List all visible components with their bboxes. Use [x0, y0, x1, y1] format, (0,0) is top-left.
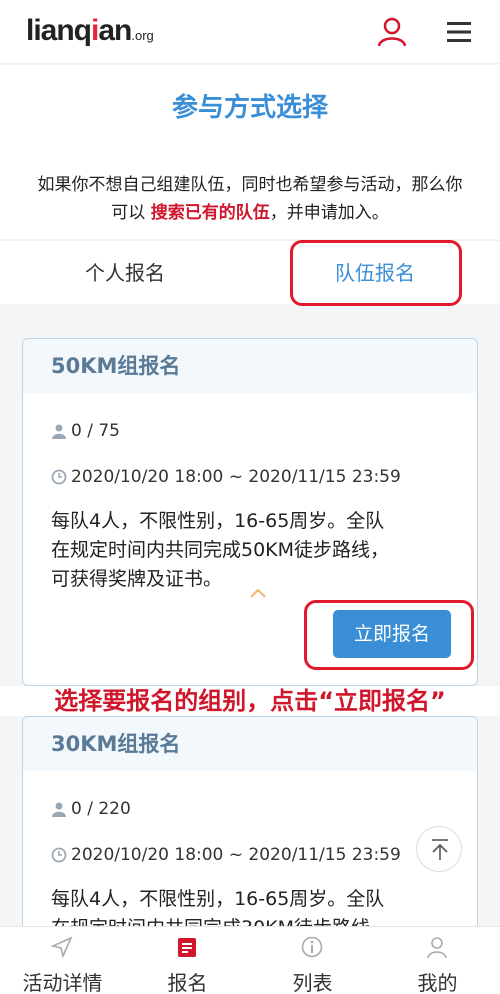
logo-text-post: an	[98, 14, 132, 47]
back-to-top-button[interactable]	[416, 826, 462, 872]
event-time: 2020/10/20 18:00 ~ 2020/11/15 23:59	[51, 467, 401, 487]
clock-icon	[51, 469, 67, 485]
participant-count-text: 0 / 75	[71, 421, 120, 441]
tab-team-registration[interactable]: 队伍报名	[250, 241, 500, 305]
registration-tabs: 个人报名 队伍报名	[0, 240, 500, 304]
card-title: 30KM组报名	[23, 717, 477, 771]
nav-label: 报名	[167, 971, 208, 994]
clock-icon	[51, 847, 67, 863]
nav-label: 我的	[417, 971, 458, 994]
participant-count-text: 0 / 220	[71, 799, 131, 819]
card-title: 50KM组报名	[23, 339, 477, 393]
description-line: 每队4人，不限性别，16-65周岁。全队	[51, 888, 385, 910]
event-time: 2020/10/20 18:00 ~ 2020/11/15 23:59	[51, 845, 401, 865]
participant-count: 0 / 220	[51, 799, 131, 819]
participant-count: 0 / 75	[51, 421, 120, 441]
card-description: 每队4人，不限性别，16-65周岁。全队 在规定时间内共同完成50KM徒步路线，…	[51, 507, 461, 594]
nav-item-registration[interactable]: 报名	[125, 927, 250, 994]
event-time-text: 2020/10/20 18:00 ~ 2020/11/15 23:59	[71, 467, 401, 487]
nav-item-activity-details[interactable]: 活动详情	[0, 927, 125, 994]
register-now-button[interactable]: 立即报名	[333, 610, 451, 658]
intro-text-after: ，并申请加入。	[269, 203, 389, 223]
nav-label: 列表	[292, 971, 333, 994]
event-time-text: 2020/10/20 18:00 ~ 2020/11/15 23:59	[71, 845, 401, 865]
nav-item-list[interactable]: 列表	[250, 927, 375, 994]
menu-icon[interactable]	[446, 20, 472, 44]
send-icon	[50, 936, 73, 959]
tab-personal-registration[interactable]: 个人报名	[0, 241, 250, 305]
page-title: 参与方式选择	[171, 93, 328, 123]
search-teams-link[interactable]: 搜索已有的队伍	[151, 203, 270, 223]
site-logo[interactable]: lianqian.org	[26, 14, 154, 48]
nav-item-mine[interactable]: 我的	[375, 927, 500, 994]
people-icon	[52, 424, 66, 439]
logo-text-pre: lianq	[26, 14, 92, 47]
group-card: 50KM组报名 0 / 75 2020/10/20 18:00 ~ 2020/1…	[22, 338, 478, 686]
logo-text-org: .org	[131, 28, 154, 43]
intro-text: 如果你不想自己组建队伍，同时也希望参与活动，那么你可以 搜索已有的队伍，并申请加…	[0, 161, 500, 239]
chevron-up-icon[interactable]	[249, 587, 267, 599]
bottom-navigation: 活动详情 报名 列表 我的	[0, 926, 500, 994]
info-icon	[301, 936, 323, 958]
arrow-up-icon	[432, 839, 448, 860]
form-icon	[178, 938, 196, 957]
user-icon[interactable]	[376, 16, 408, 48]
title-section: 参与方式选择	[0, 65, 500, 161]
nav-label: 活动详情	[22, 971, 103, 994]
people-icon	[52, 802, 66, 817]
description-line: 每队4人，不限性别，16-65周岁。全队	[51, 510, 385, 532]
app-header: lianqian.org	[0, 0, 500, 64]
description-line: 在规定时间内共同完成50KM徒步路线，	[51, 539, 390, 561]
user-icon	[427, 937, 447, 959]
annotation-caption: 选择要报名的组别，点击“立即报名”	[0, 686, 500, 716]
